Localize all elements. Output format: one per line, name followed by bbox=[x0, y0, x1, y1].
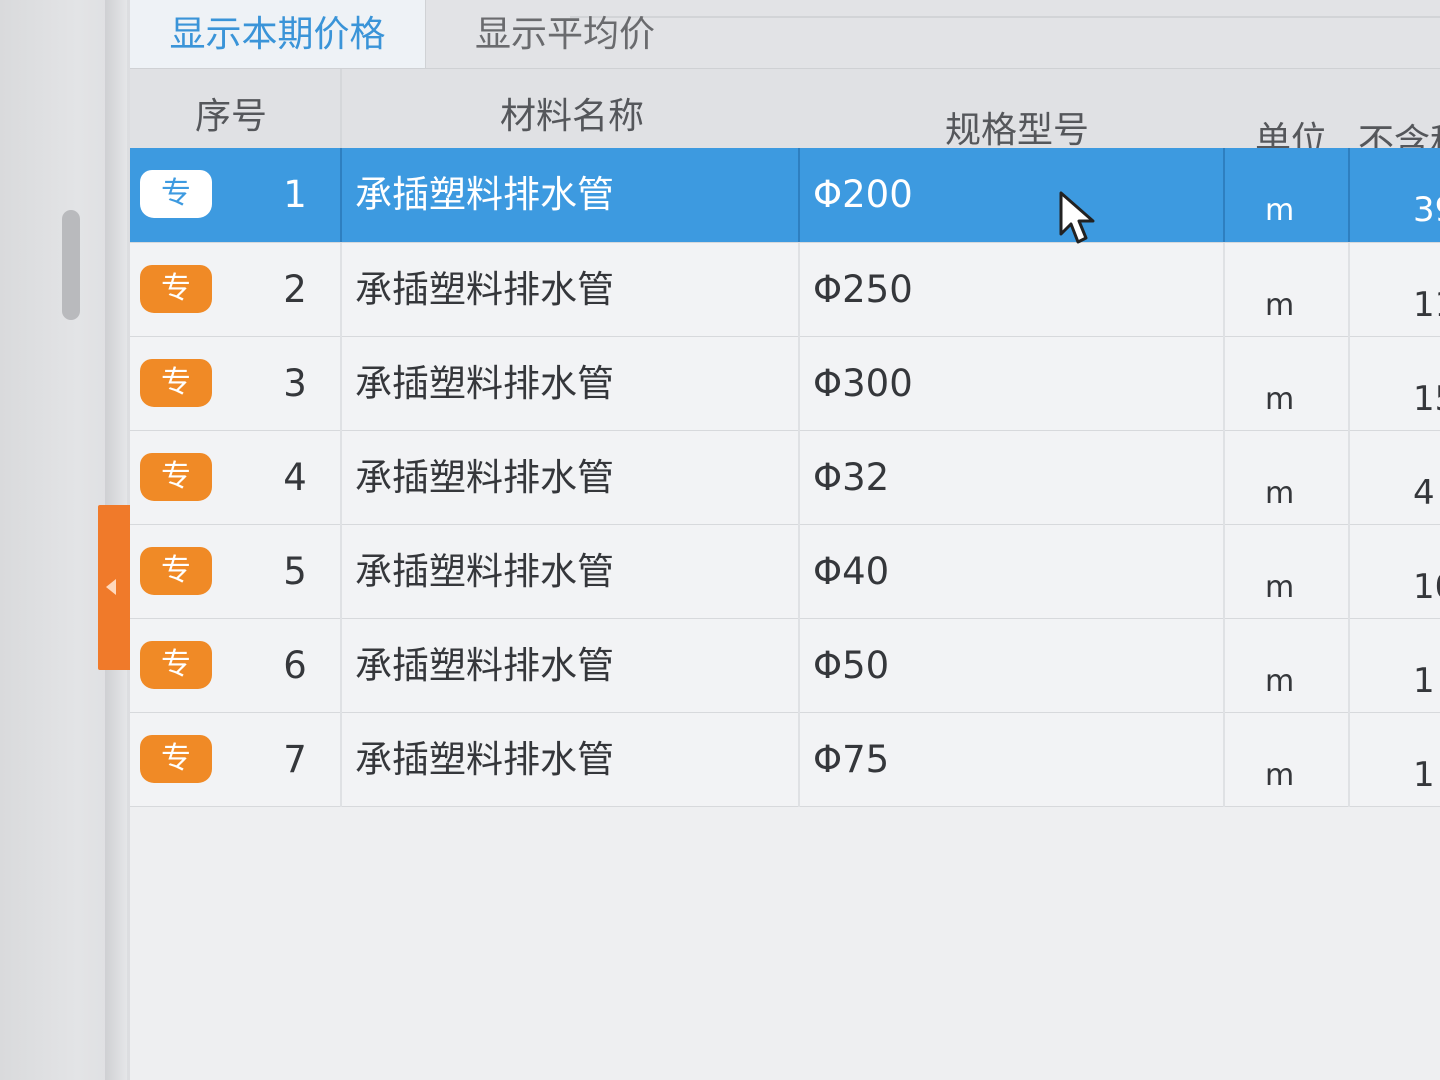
chevron-left-icon bbox=[106, 579, 116, 595]
cell-spec: Φ200 bbox=[813, 173, 913, 216]
mouse-pointer-icon bbox=[1059, 191, 1095, 244]
cell-name: 承插塑料排水管 bbox=[355, 456, 614, 499]
cell-seq: 1 bbox=[283, 173, 307, 216]
cell-spec: Φ250 bbox=[813, 268, 913, 311]
cell-divider bbox=[798, 243, 800, 337]
cell-name: 承插塑料排水管 bbox=[355, 644, 614, 687]
cell-divider bbox=[340, 619, 342, 713]
cell-divider bbox=[1223, 337, 1225, 431]
cell-seq: 5 bbox=[283, 550, 307, 593]
table-row[interactable]: 专 3 承插塑料排水管 Φ300 m 15 bbox=[130, 337, 1440, 431]
cell-seq: 6 bbox=[283, 644, 307, 687]
cell-divider bbox=[340, 525, 342, 619]
cell-spec: Φ50 bbox=[813, 644, 890, 687]
cell-name: 承插塑料排水管 bbox=[355, 362, 614, 405]
cell-spec: Φ32 bbox=[813, 456, 890, 499]
cell-divider bbox=[1348, 148, 1350, 242]
cell-divider bbox=[1223, 619, 1225, 713]
cell-spec: Φ40 bbox=[813, 550, 890, 593]
cell-divider bbox=[1223, 431, 1225, 525]
tab-current-price[interactable]: 显示本期价格 bbox=[130, 0, 426, 68]
cell-seq: 7 bbox=[283, 738, 307, 781]
cell-spec: Φ300 bbox=[813, 362, 913, 405]
cell-name: 承插塑料排水管 bbox=[355, 268, 614, 311]
table-row[interactable]: 专 1 承插塑料排水管 Φ200 m 39 bbox=[130, 148, 1440, 243]
cell-seq: 4 bbox=[283, 456, 307, 499]
cell-divider bbox=[1348, 243, 1350, 337]
cell-divider bbox=[340, 243, 342, 337]
cell-name: 承插塑料排水管 bbox=[355, 738, 614, 781]
special-badge: 专 bbox=[140, 453, 212, 501]
material-price-panel: 显示本期价格 显示平均价 序号 材料名称 规格型号 单位 不含税 专 1 承插塑… bbox=[130, 0, 1440, 1080]
cell-divider bbox=[798, 431, 800, 525]
cell-price: 1 bbox=[1413, 755, 1435, 795]
cell-divider bbox=[1348, 713, 1350, 807]
table-row[interactable]: 专 6 承插塑料排水管 Φ50 m 1 bbox=[130, 619, 1440, 713]
special-badge: 专 bbox=[140, 265, 212, 313]
cell-divider bbox=[798, 148, 800, 242]
tab-bar-rule bbox=[570, 16, 1440, 18]
cell-name: 承插塑料排水管 bbox=[355, 173, 614, 216]
cell-divider bbox=[798, 619, 800, 713]
tab-bar: 显示本期价格 显示平均价 bbox=[130, 0, 1440, 69]
cell-divider bbox=[1348, 337, 1350, 431]
cell-seq: 2 bbox=[283, 268, 307, 311]
cell-divider bbox=[798, 713, 800, 807]
cell-divider bbox=[340, 148, 342, 242]
table-body: 专 1 承插塑料排水管 Φ200 m 39 专 2 承插塑料排水管 Φ250 m… bbox=[130, 148, 1440, 807]
cell-divider bbox=[1348, 525, 1350, 619]
special-badge: 专 bbox=[140, 547, 212, 595]
cell-divider bbox=[798, 525, 800, 619]
vertical-scrollbar-thumb[interactable] bbox=[62, 210, 80, 320]
table-row[interactable]: 专 7 承插塑料排水管 Φ75 m 1 bbox=[130, 713, 1440, 807]
special-badge: 专 bbox=[140, 735, 212, 783]
screen: 显示本期价格 显示平均价 序号 材料名称 规格型号 单位 不含税 专 1 承插塑… bbox=[0, 0, 1440, 1080]
cell-divider bbox=[798, 337, 800, 431]
cell-seq: 3 bbox=[283, 362, 307, 405]
table-row[interactable]: 专 2 承插塑料排水管 Φ250 m 11 bbox=[130, 243, 1440, 337]
special-badge: 专 bbox=[140, 359, 212, 407]
cell-name: 承插塑料排水管 bbox=[355, 550, 614, 593]
cell-divider bbox=[1223, 525, 1225, 619]
special-badge: 专 bbox=[140, 170, 212, 218]
cell-unit: m bbox=[1265, 758, 1295, 793]
cell-divider bbox=[1223, 713, 1225, 807]
cell-divider bbox=[340, 713, 342, 807]
table-row[interactable]: 专 5 承插塑料排水管 Φ40 m 10 bbox=[130, 525, 1440, 619]
special-badge: 专 bbox=[140, 641, 212, 689]
cell-divider bbox=[340, 337, 342, 431]
cell-divider bbox=[1223, 243, 1225, 337]
tab-average-price[interactable]: 显示平均价 bbox=[475, 0, 675, 68]
cell-divider bbox=[1348, 431, 1350, 525]
table-row[interactable]: 专 4 承插塑料排水管 Φ32 m 4 bbox=[130, 431, 1440, 525]
cell-divider bbox=[340, 431, 342, 525]
cell-divider bbox=[1348, 619, 1350, 713]
cell-spec: Φ75 bbox=[813, 738, 890, 781]
cell-divider bbox=[1223, 148, 1225, 242]
collapse-panel-handle[interactable] bbox=[98, 505, 130, 670]
